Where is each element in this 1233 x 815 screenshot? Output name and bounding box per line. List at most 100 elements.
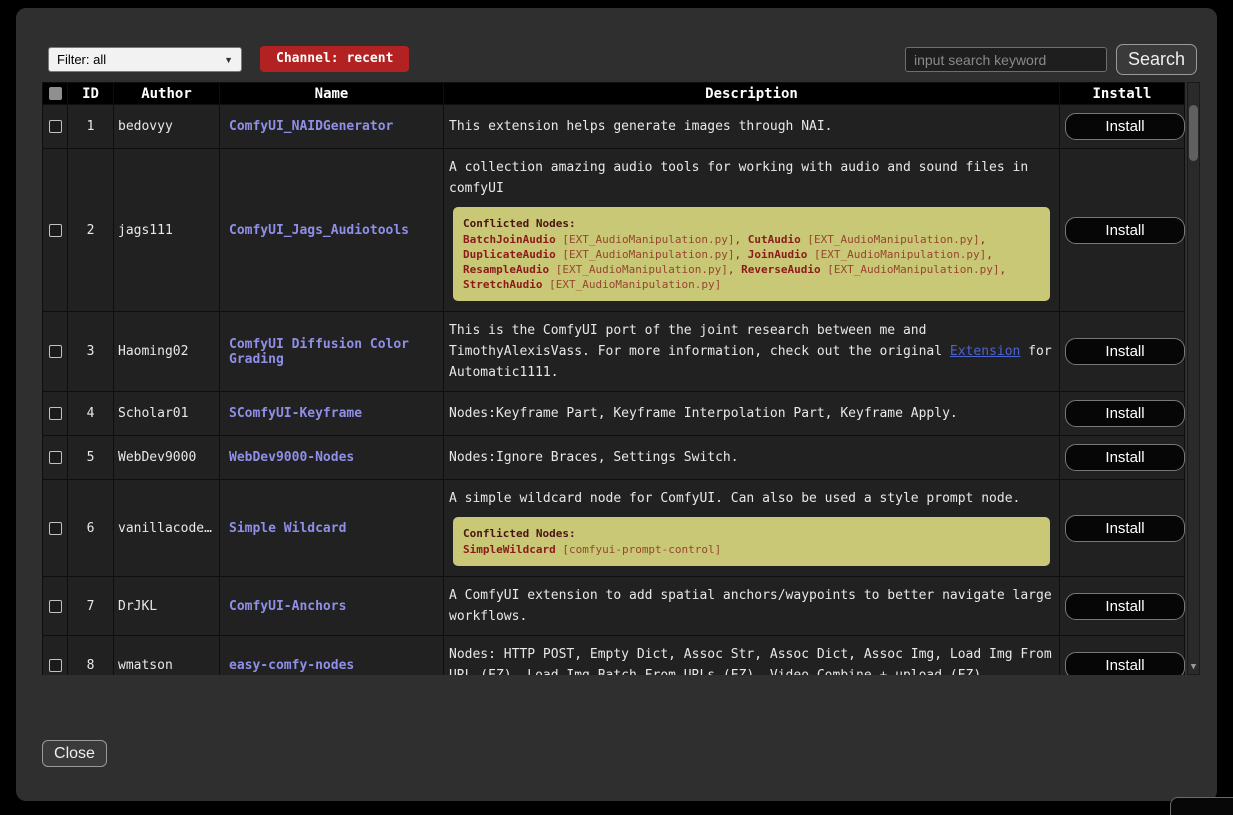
row-checkbox[interactable] bbox=[49, 600, 62, 613]
table-row: 3 Haoming02 ComfyUI Diffusion Color Grad… bbox=[43, 312, 1185, 392]
table-row: 8 wmatson easy-comfy-nodes Nodes: HTTP P… bbox=[43, 636, 1185, 676]
header-id: ID bbox=[68, 83, 114, 105]
chevron-down-icon: ▼ bbox=[224, 55, 233, 65]
row-author: jags111 bbox=[114, 149, 220, 312]
row-id: 3 bbox=[68, 312, 114, 392]
scrollbar-thumb[interactable] bbox=[1189, 105, 1198, 161]
header-install: Install bbox=[1060, 83, 1185, 105]
description-text: This is the ComfyUI port of the joint re… bbox=[449, 323, 950, 359]
filter-select-value: Filter: all bbox=[57, 52, 106, 67]
conflict-node-source: [comfyui-prompt-control] bbox=[562, 543, 721, 556]
extension-name-link[interactable]: ComfyUI_Jags_Audiotools bbox=[229, 223, 409, 238]
row-checkbox[interactable] bbox=[49, 522, 62, 535]
table-row: 2 jags111 ComfyUI_Jags_Audiotools A coll… bbox=[43, 149, 1185, 312]
install-button[interactable]: Install bbox=[1065, 515, 1185, 542]
install-button[interactable]: Install bbox=[1065, 400, 1185, 427]
row-author: WebDev9000 bbox=[114, 436, 220, 480]
header-author: Author bbox=[114, 83, 220, 105]
extensions-table: ID Author Name Description Install 1 bed… bbox=[42, 82, 1200, 675]
custom-nodes-dialog: Filter: all ▼ Channel: recent Search ID … bbox=[16, 8, 1217, 801]
row-author: Haoming02 bbox=[114, 312, 220, 392]
row-checkbox[interactable] bbox=[49, 451, 62, 464]
row-id: 8 bbox=[68, 636, 114, 676]
row-author: Scholar01 bbox=[114, 392, 220, 436]
row-author: vanillacode… bbox=[114, 480, 220, 577]
row-checkbox[interactable] bbox=[49, 659, 62, 672]
table-row: 6 vanillacode… Simple Wildcard A simple … bbox=[43, 480, 1185, 577]
row-description: This extension helps generate images thr… bbox=[444, 105, 1060, 149]
extension-name-link[interactable]: easy-comfy-nodes bbox=[229, 658, 354, 673]
extension-link[interactable]: Extension bbox=[950, 344, 1020, 359]
row-checkbox[interactable] bbox=[49, 407, 62, 420]
install-button[interactable]: Install bbox=[1065, 593, 1185, 620]
conflict-node-name: DuplicateAudio bbox=[463, 248, 556, 261]
install-button[interactable]: Install bbox=[1065, 652, 1185, 676]
channel-badge: Channel: recent bbox=[260, 46, 409, 72]
row-description: Nodes:Ignore Braces, Settings Switch. bbox=[444, 436, 1060, 480]
description-text: A collection amazing audio tools for wor… bbox=[449, 157, 1054, 199]
row-description: This is the ComfyUI port of the joint re… bbox=[444, 312, 1060, 392]
row-description: Nodes: HTTP POST, Empty Dict, Assoc Str,… bbox=[444, 636, 1060, 676]
extension-name-link[interactable]: ComfyUI_NAIDGenerator bbox=[229, 119, 393, 134]
select-all-checkbox[interactable] bbox=[49, 87, 62, 100]
background-button-fragment bbox=[1170, 797, 1233, 815]
conflict-items: SimpleWildcard [comfyui-prompt-control] bbox=[463, 542, 1040, 557]
table-row: 1 bedovyy ComfyUI_NAIDGenerator This ext… bbox=[43, 105, 1185, 149]
install-button[interactable]: Install bbox=[1065, 338, 1185, 365]
conflict-node-source: [EXT_AudioManipulation.py] bbox=[549, 278, 721, 291]
row-id: 2 bbox=[68, 149, 114, 312]
conflicted-nodes-box: Conflicted Nodes: SimpleWildcard [comfyu… bbox=[453, 517, 1050, 566]
extension-name-link[interactable]: WebDev9000-Nodes bbox=[229, 450, 354, 465]
conflict-node-name: CutAudio bbox=[748, 233, 801, 246]
extension-name-link[interactable]: SComfyUI-Keyframe bbox=[229, 406, 362, 421]
row-description: A collection amazing audio tools for wor… bbox=[444, 149, 1060, 312]
row-author: wmatson bbox=[114, 636, 220, 676]
filter-select[interactable]: Filter: all ▼ bbox=[48, 47, 242, 72]
conflict-node-name: ReverseAudio bbox=[741, 263, 820, 276]
extension-name-link[interactable]: ComfyUI-Anchors bbox=[229, 599, 346, 614]
row-description: A simple wildcard node for ComfyUI. Can … bbox=[444, 480, 1060, 577]
install-button[interactable]: Install bbox=[1065, 113, 1185, 140]
row-id: 4 bbox=[68, 392, 114, 436]
conflict-title: Conflicted Nodes: bbox=[463, 216, 1040, 231]
header-name: Name bbox=[220, 83, 444, 105]
search-button[interactable]: Search bbox=[1116, 44, 1197, 75]
install-button[interactable]: Install bbox=[1065, 444, 1185, 471]
row-id: 5 bbox=[68, 436, 114, 480]
table-row: 5 WebDev9000 WebDev9000-Nodes Nodes:Igno… bbox=[43, 436, 1185, 480]
select-all-cell bbox=[43, 83, 68, 105]
table-scrollbar[interactable]: ▼ bbox=[1187, 82, 1200, 675]
table-row: 7 DrJKL ComfyUI-Anchors A ComfyUI extens… bbox=[43, 577, 1185, 636]
conflict-node-name: JoinAudio bbox=[748, 248, 808, 261]
row-checkbox[interactable] bbox=[49, 120, 62, 133]
conflict-items: BatchJoinAudio [EXT_AudioManipulation.py… bbox=[463, 232, 1040, 292]
install-button[interactable]: Install bbox=[1065, 217, 1185, 244]
extension-name-link[interactable]: ComfyUI Diffusion Color Grading bbox=[229, 337, 409, 367]
close-button[interactable]: Close bbox=[42, 740, 107, 767]
search-input[interactable] bbox=[905, 47, 1107, 72]
row-checkbox[interactable] bbox=[49, 345, 62, 358]
table-header-row: ID Author Name Description Install bbox=[43, 83, 1185, 105]
conflict-node-name: StretchAudio bbox=[463, 278, 542, 291]
conflict-node-source: [EXT_AudioManipulation.py] bbox=[556, 263, 728, 276]
row-author: bedovyy bbox=[114, 105, 220, 149]
scrollbar-down-arrow[interactable]: ▼ bbox=[1188, 662, 1199, 672]
conflict-node-source: [EXT_AudioManipulation.py] bbox=[562, 248, 734, 261]
conflict-node-name: BatchJoinAudio bbox=[463, 233, 556, 246]
extension-name-link[interactable]: Simple Wildcard bbox=[229, 521, 346, 536]
row-author: DrJKL bbox=[114, 577, 220, 636]
description-text: A simple wildcard node for ComfyUI. Can … bbox=[449, 488, 1054, 509]
row-description: A ComfyUI extension to add spatial ancho… bbox=[444, 577, 1060, 636]
conflict-node-source: [EXT_AudioManipulation.py] bbox=[807, 233, 979, 246]
conflict-node-source: [EXT_AudioManipulation.py] bbox=[827, 263, 999, 276]
conflict-node-name: ResampleAudio bbox=[463, 263, 549, 276]
conflict-node-source: [EXT_AudioManipulation.py] bbox=[562, 233, 734, 246]
row-id: 6 bbox=[68, 480, 114, 577]
header-description: Description bbox=[444, 83, 1060, 105]
row-checkbox[interactable] bbox=[49, 224, 62, 237]
row-description: Nodes:Keyframe Part, Keyframe Interpolat… bbox=[444, 392, 1060, 436]
row-id: 7 bbox=[68, 577, 114, 636]
row-id: 1 bbox=[68, 105, 114, 149]
conflict-node-source: [EXT_AudioManipulation.py] bbox=[814, 248, 986, 261]
conflict-title: Conflicted Nodes: bbox=[463, 526, 1040, 541]
